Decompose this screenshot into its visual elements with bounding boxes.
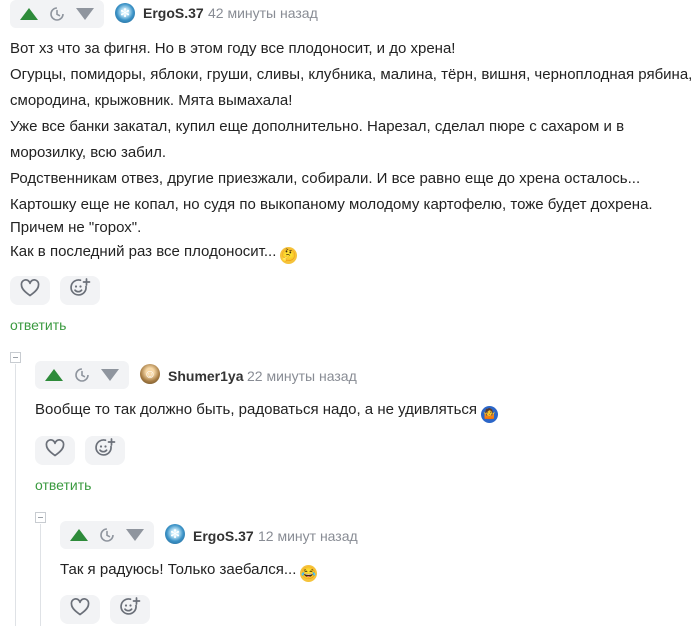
vote-bar bbox=[10, 0, 104, 28]
avatar[interactable]: ✻ bbox=[115, 3, 135, 23]
collapse-thread-button[interactable] bbox=[35, 512, 46, 523]
thread-line bbox=[15, 364, 16, 626]
downvote-icon[interactable] bbox=[76, 8, 95, 20]
laughing-emoji-icon: 😂 bbox=[300, 565, 318, 582]
reaction-button[interactable] bbox=[60, 276, 100, 305]
upvote-icon[interactable] bbox=[44, 369, 63, 381]
reaction-button[interactable] bbox=[110, 595, 150, 624]
comment-line: Вот хз что за фигня. Но в этом году все … bbox=[10, 40, 456, 57]
comment-line-last: Вообще то так должно быть, радоваться на… bbox=[35, 397, 499, 423]
like-button[interactable] bbox=[35, 436, 75, 465]
comment-line: Уже все банки закатал, купил еще дополни… bbox=[10, 118, 625, 135]
clock-icon[interactable] bbox=[49, 6, 65, 22]
thread-line bbox=[40, 524, 41, 626]
avatar[interactable]: ☺ bbox=[140, 364, 160, 384]
comment-text: Как в последний раз все плодоносит... bbox=[10, 243, 277, 260]
comment-text: Вообще то так должно быть, радоваться на… bbox=[35, 401, 478, 418]
smile-plus-icon bbox=[94, 438, 116, 463]
heart-icon bbox=[20, 279, 40, 302]
shrug-emoji-icon: 🤷 bbox=[481, 406, 499, 423]
upvote-icon[interactable] bbox=[69, 529, 88, 541]
reply-link[interactable]: ответить bbox=[35, 477, 91, 493]
clock-icon[interactable] bbox=[74, 367, 90, 383]
clock-icon[interactable] bbox=[99, 527, 115, 543]
timestamp[interactable]: 12 минут назад bbox=[258, 528, 358, 544]
comment-line: Огурцы, помидоры, яблоки, груши, сливы, … bbox=[10, 66, 693, 83]
comment-line-last: Как в последний раз все плодоносит... 🤔 bbox=[10, 239, 298, 265]
comment-line: смородина, крыжовник. Мята вымахала! bbox=[10, 92, 293, 109]
smile-plus-icon bbox=[119, 597, 141, 622]
avatar[interactable]: ✻ bbox=[165, 524, 185, 544]
comment-text: Так я радуюсь! Только заебался... bbox=[60, 561, 297, 578]
vote-bar bbox=[35, 361, 129, 389]
timestamp[interactable]: 42 минуты назад bbox=[208, 5, 318, 21]
timestamp[interactable]: 22 минуты назад bbox=[247, 368, 357, 384]
username[interactable]: ErgoS.37 bbox=[193, 528, 254, 544]
username[interactable]: Shumer1ya bbox=[168, 368, 243, 384]
heart-icon bbox=[45, 439, 65, 462]
like-button[interactable] bbox=[10, 276, 50, 305]
reaction-button[interactable] bbox=[85, 436, 125, 465]
comment-line: Родственникам отвез, другие приезжали, с… bbox=[10, 170, 641, 187]
downvote-icon[interactable] bbox=[101, 369, 120, 381]
comment-line: морозилку, всю забил. bbox=[10, 144, 167, 161]
comment-line-last: Так я радуюсь! Только заебался... 😂 bbox=[60, 557, 318, 583]
collapse-thread-button[interactable] bbox=[10, 352, 21, 363]
upvote-icon[interactable] bbox=[19, 8, 38, 20]
heart-icon bbox=[70, 598, 90, 621]
thinking-emoji-icon: 🤔 bbox=[280, 247, 298, 264]
vote-bar bbox=[60, 521, 154, 549]
username[interactable]: ErgoS.37 bbox=[143, 5, 204, 21]
downvote-icon[interactable] bbox=[126, 529, 145, 541]
reply-link[interactable]: ответить bbox=[10, 317, 66, 333]
like-button[interactable] bbox=[60, 595, 100, 624]
comment-line: Причем не "горох". bbox=[10, 219, 142, 236]
smile-plus-icon bbox=[69, 278, 91, 303]
